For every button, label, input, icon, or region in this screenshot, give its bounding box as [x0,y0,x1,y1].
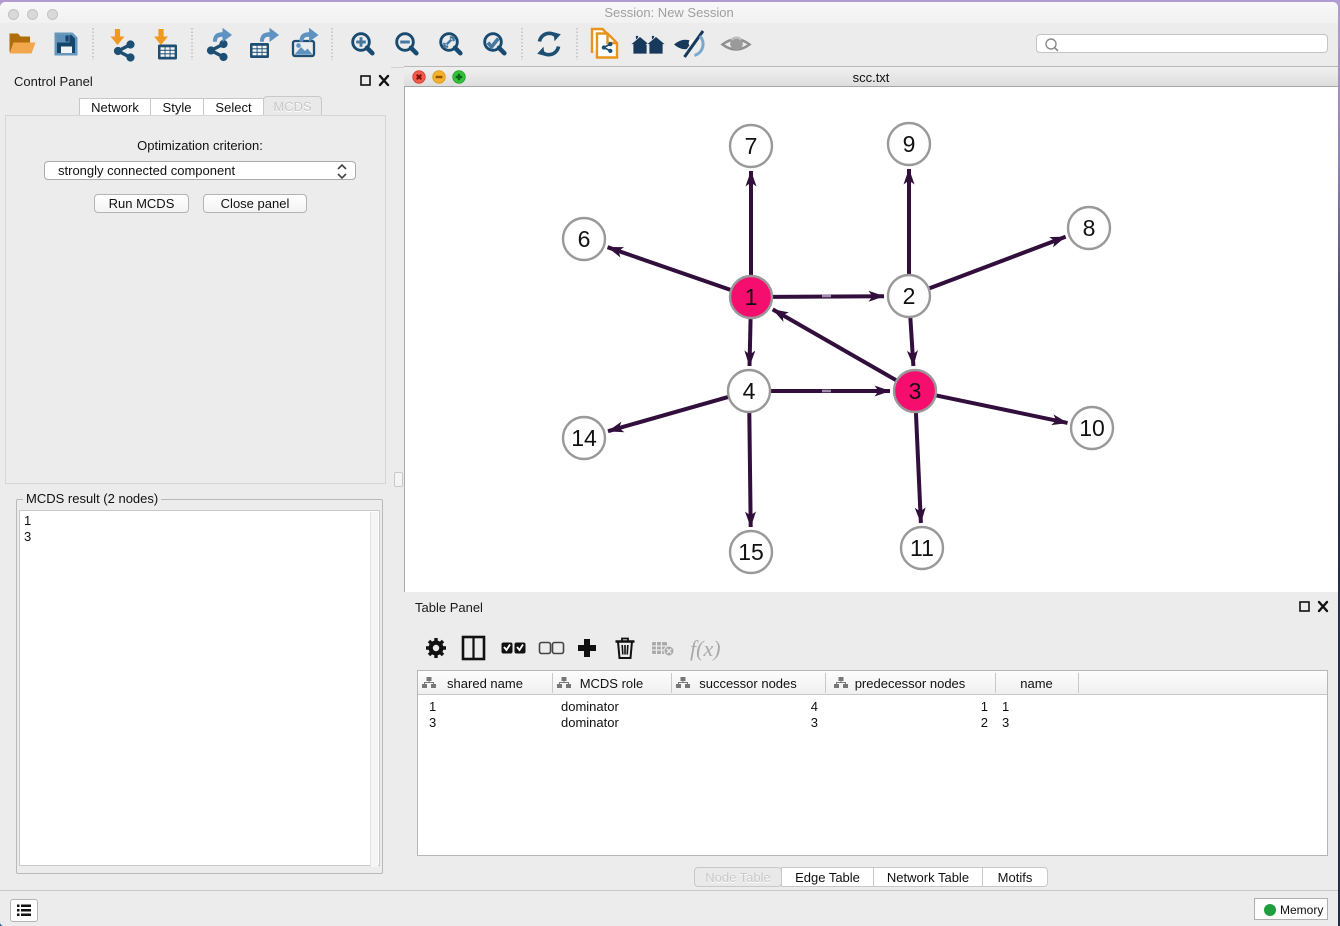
svg-text:8: 8 [1083,215,1096,241]
svg-text:11: 11 [910,535,934,561]
svg-text:10: 10 [1079,415,1105,441]
svg-text:1: 1 [745,284,758,310]
svg-text:4: 4 [743,378,756,404]
svg-text:2: 2 [903,283,916,309]
svg-text:6: 6 [578,226,591,252]
svg-text:7: 7 [745,133,758,159]
svg-text:f(x): f(x) [690,636,721,661]
svg-text:14: 14 [571,425,597,451]
svg-text:9: 9 [903,131,916,157]
svg-text:3: 3 [909,378,922,404]
svg-text:15: 15 [738,539,764,565]
